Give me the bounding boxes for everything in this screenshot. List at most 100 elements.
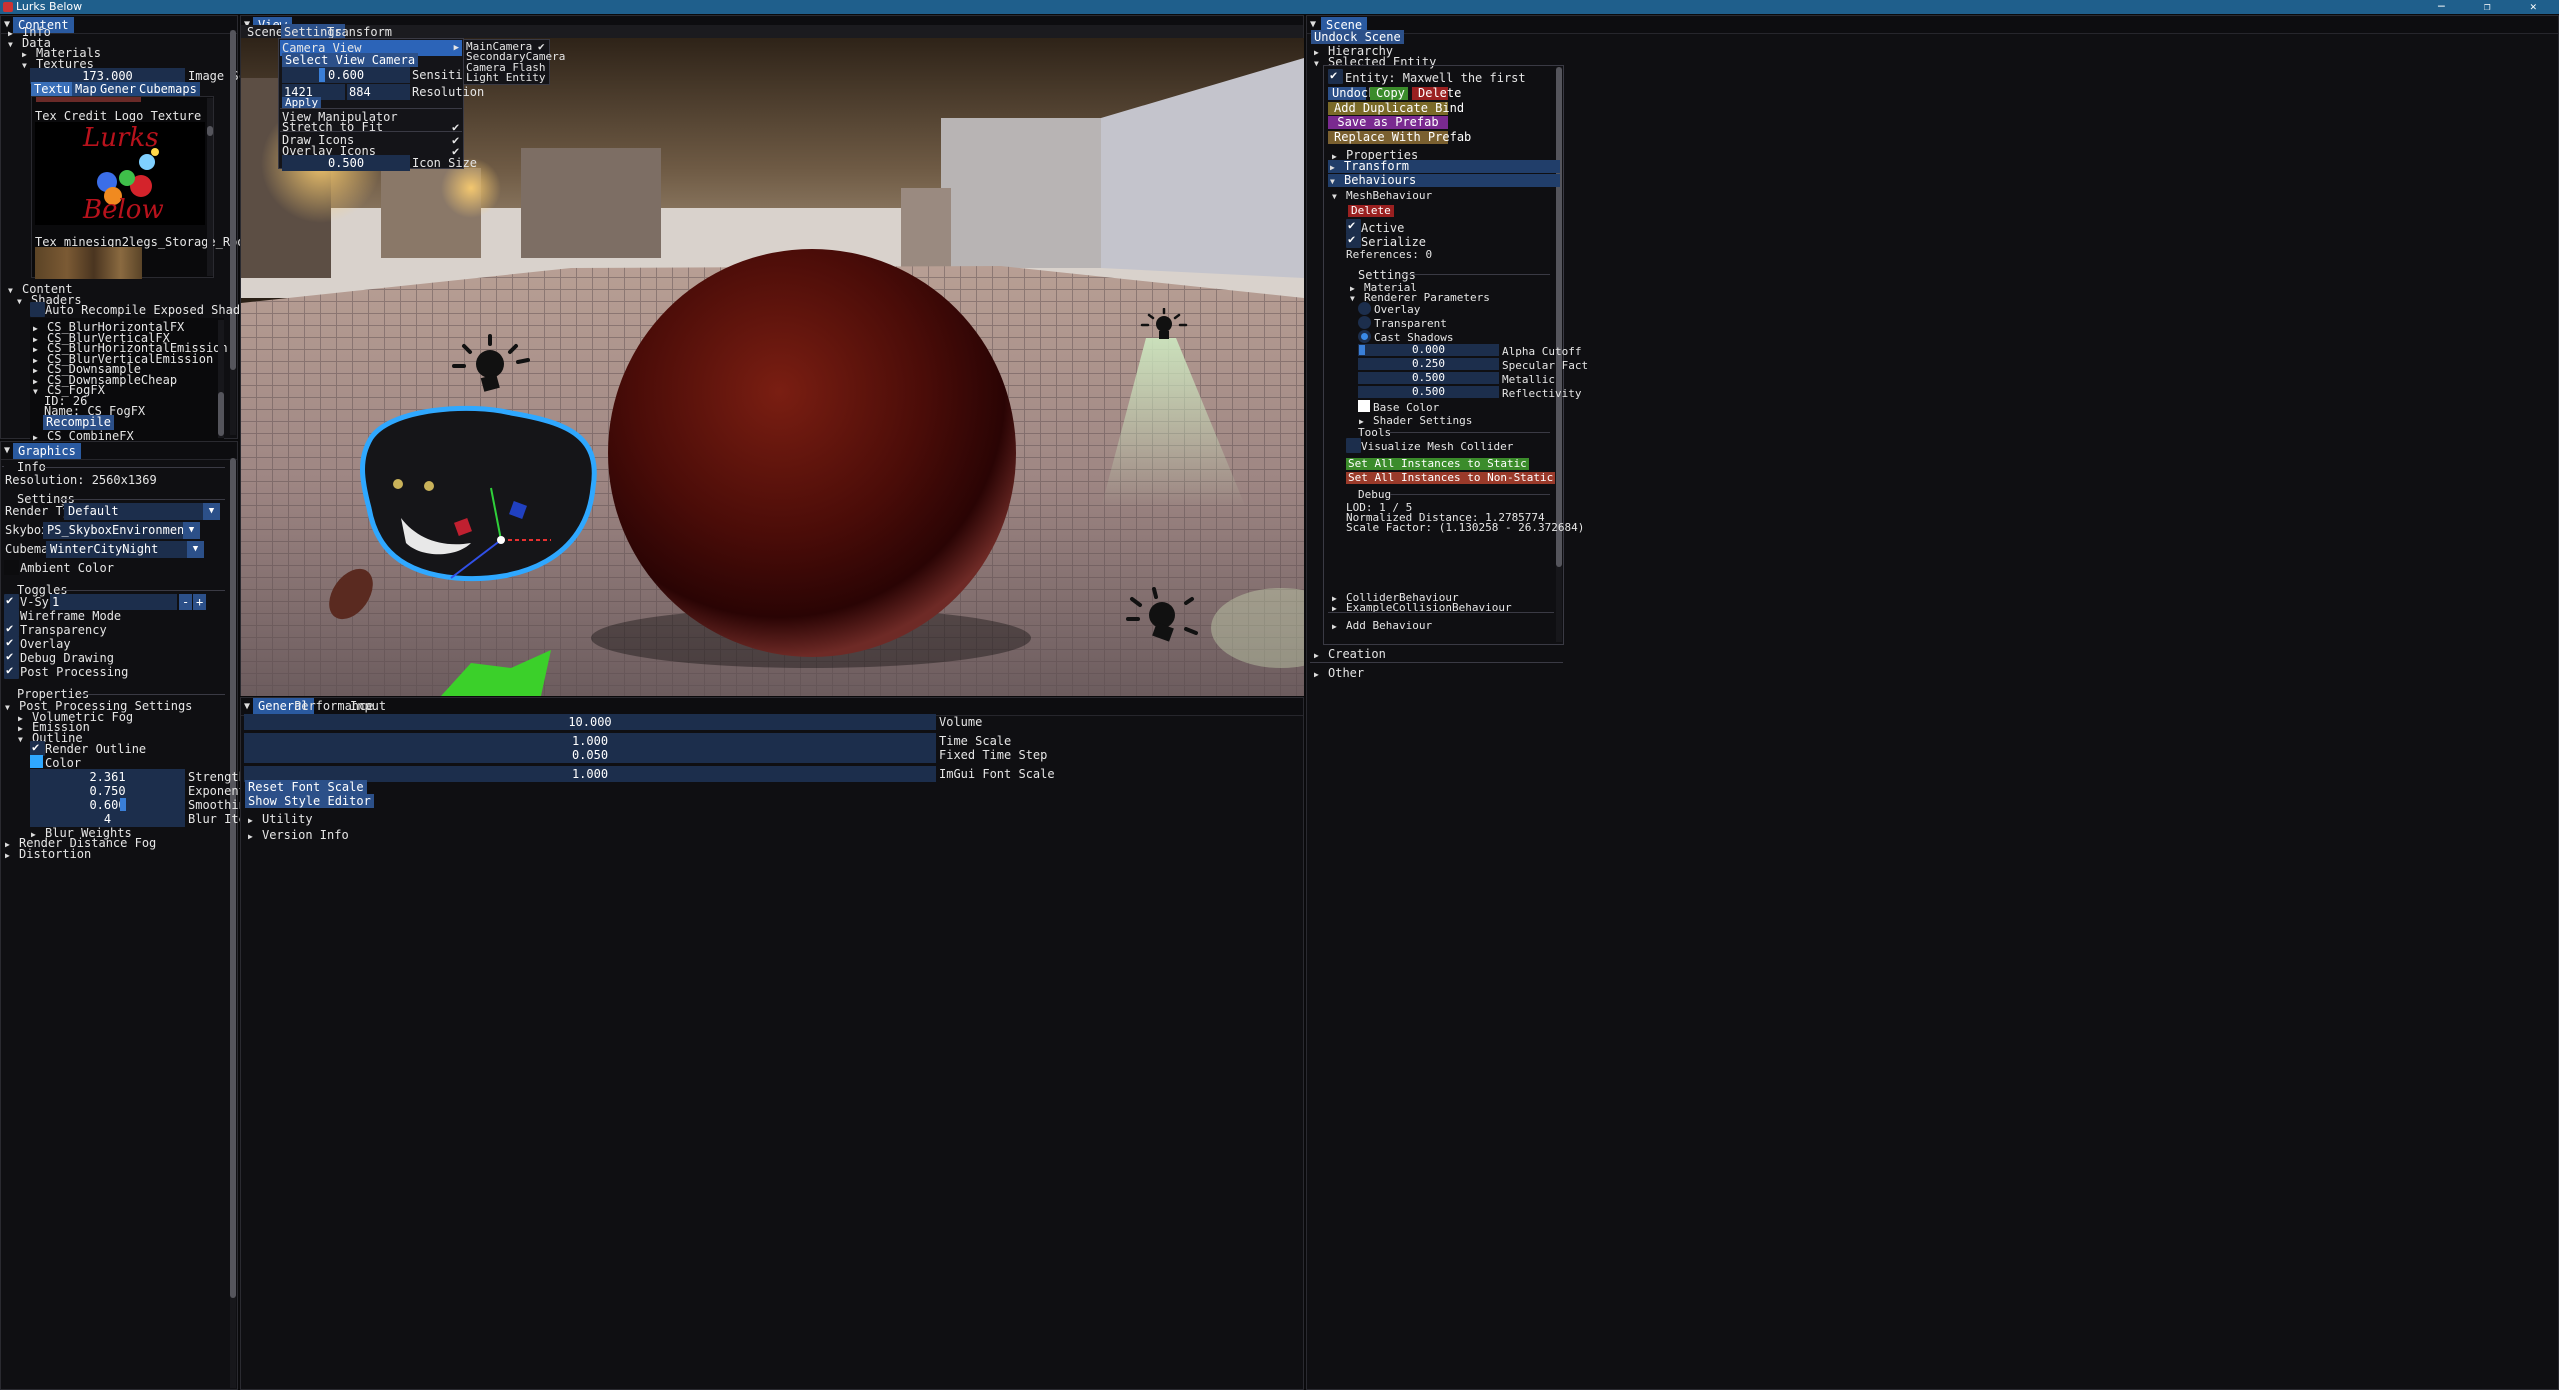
logo-blob-cyan — [139, 154, 155, 170]
app-title: Lurks Below — [16, 0, 83, 13]
alpha-cutoff-slider-grab[interactable] — [1359, 345, 1365, 355]
cast-shadows-radio[interactable] — [1358, 330, 1371, 343]
behaviours-header[interactable]: Behaviours — [1328, 174, 1560, 187]
entity-name: Entity: Maxwell the first — [1345, 71, 1526, 85]
references-text: References: 0 — [1346, 248, 1433, 261]
sensitivity-slider-grab[interactable] — [319, 68, 325, 82]
logo-text-lurks: Lurks — [83, 123, 159, 153]
close-window-button[interactable]: ✕ — [2530, 0, 2537, 14]
utility-node[interactable]: Utility — [248, 811, 313, 827]
add-duplicate-bind-button[interactable]: Add Duplicate Bind — [1328, 102, 1464, 115]
app-icon — [3, 2, 13, 12]
creation-node[interactable]: Creation — [1314, 646, 1386, 662]
volume-label: Volume — [939, 715, 983, 729]
specular-factor-slider[interactable]: 0.250 — [1358, 358, 1499, 370]
light-bulb-icon[interactable] — [1140, 308, 1188, 344]
base-color-swatch[interactable] — [1358, 400, 1370, 412]
undock-scene-button[interactable]: Undock Scene — [1311, 30, 1404, 44]
vsync-checkbox[interactable] — [4, 593, 19, 609]
copy-button[interactable]: Copy — [1370, 87, 1408, 100]
fixed-time-step-label: Fixed Time Step — [939, 748, 1048, 762]
vsync-decrement[interactable]: - — [179, 594, 193, 610]
chevron-down-icon: ▼ — [187, 541, 204, 558]
save-as-prefab-button[interactable]: Save as Prefab — [1328, 116, 1448, 129]
graphics-scrollbar[interactable] — [230, 458, 236, 1388]
replace-with-prefab-button[interactable]: Replace With Prefab — [1328, 131, 1471, 144]
maximize-button[interactable]: ❐ — [2484, 0, 2491, 14]
tex-tab-cubemaps[interactable]: Cubemaps — [136, 82, 200, 96]
texture-list-scrollbar[interactable] — [207, 98, 213, 276]
outline-color-swatch[interactable] — [30, 755, 43, 768]
red-sphere — [608, 249, 1016, 657]
visualize-mesh-collider-checkbox[interactable] — [1346, 438, 1361, 453]
resolution-text: Resolution: 2560x1369 — [5, 473, 157, 487]
cubemap-dropdown[interactable]: WinterCityNight ▼ — [46, 541, 204, 558]
collapse-icon[interactable]: ▼ — [4, 442, 10, 460]
light-bulb-icon[interactable] — [448, 332, 532, 400]
transform-header[interactable]: Transform — [1328, 160, 1560, 173]
undock-button[interactable]: Undock — [1328, 87, 1375, 100]
logo-blob-green — [119, 170, 135, 186]
ambient-color-swatch[interactable] — [4, 560, 19, 575]
auto-recompile-checkbox[interactable] — [30, 302, 45, 317]
volume-slider[interactable]: 10.000 — [244, 714, 936, 730]
content-scrollbar[interactable] — [230, 30, 236, 435]
version-info-node[interactable]: Version Info — [248, 827, 349, 843]
serialize-checkbox[interactable] — [1346, 232, 1361, 248]
render-outline-checkbox[interactable] — [30, 740, 45, 756]
entity-enabled-checkbox[interactable] — [1328, 68, 1343, 84]
mesh-behaviour-delete-button[interactable]: Delete — [1348, 205, 1394, 217]
icon-size-slider[interactable]: 0.500 — [282, 155, 410, 171]
show-style-editor-button[interactable]: Show Style Editor — [245, 794, 374, 808]
select-view-camera-button[interactable]: Select View Camera — [282, 53, 419, 67]
add-behaviour-node[interactable]: Add Behaviour — [1332, 618, 1432, 634]
auto-recompile-label: Auto Recompile Exposed Shaders — [45, 303, 262, 317]
scale-factor-text: Scale Factor: (1.130258 - 26.372684) — [1346, 521, 1585, 534]
post-processing-checkbox[interactable] — [4, 663, 19, 679]
reflectivity-label: Reflectivity — [1502, 387, 1582, 400]
distortion-node[interactable]: Distortion — [5, 846, 91, 862]
post-processing-label: Post Processing — [20, 665, 129, 679]
resolution-height-input[interactable]: 884 — [347, 84, 410, 100]
shader-list-scrollbar[interactable] — [218, 320, 224, 438]
light-bulb-icon[interactable] — [1124, 585, 1200, 649]
credit-logo-texture[interactable]: Lurks Below — [35, 122, 205, 225]
sensitivity-slider[interactable]: 0.600 — [282, 67, 410, 83]
skybox-dropdown[interactable]: PS_SkyboxEnvironment ▼ — [43, 522, 200, 539]
smoothing-slider-grab[interactable] — [120, 798, 126, 812]
reset-font-scale-button[interactable]: Reset Font Scale — [245, 780, 367, 794]
overlay-radio[interactable] — [1358, 302, 1371, 315]
set-instances-non-static-button[interactable]: Set All Instances to Non-Static — [1346, 472, 1556, 484]
camera-option-light[interactable]: Light Entity — [466, 72, 545, 83]
render-type-dropdown[interactable]: Default ▼ — [64, 503, 220, 520]
ambient-color-label: Ambient Color — [20, 561, 114, 575]
resolution-label: Resolution — [412, 85, 485, 99]
storage-room-texture[interactable] — [35, 247, 142, 279]
app-title-bar — [0, 0, 2559, 14]
metallic-slider[interactable]: 0.500 — [1358, 372, 1499, 384]
general-window: ▼ — [240, 697, 1304, 1390]
chevron-down-icon: ▼ — [203, 503, 220, 520]
other-node[interactable]: Other — [1314, 665, 1364, 681]
imgui-font-scale-label: ImGui Font Scale — [939, 767, 1055, 781]
logo-text-below: Below — [83, 195, 164, 225]
visualize-mesh-collider-label: Visualize Mesh Collider — [1361, 440, 1514, 453]
fixed-time-step-slider[interactable]: 0.050 — [244, 747, 936, 763]
mesh-behaviour-node[interactable]: MeshBehaviour — [1332, 188, 1432, 204]
example-collision-behaviour-node[interactable]: ExampleCollisionBehaviour — [1332, 600, 1512, 616]
minimize-button[interactable]: ─ — [2438, 0, 2445, 14]
tab-input[interactable]: Input — [350, 698, 386, 714]
delete-button[interactable]: Delete — [1412, 87, 1461, 100]
alpha-cutoff-slider[interactable]: 0.000 — [1358, 344, 1499, 356]
cat-entity — [360, 405, 597, 582]
icon-size-label: Icon Size — [412, 156, 478, 170]
transparent-radio[interactable] — [1358, 316, 1371, 329]
chevron-down-icon: ▼ — [183, 522, 200, 539]
graphics-tab[interactable]: Graphics — [13, 443, 81, 459]
set-instances-static-button[interactable]: Set All Instances to Static — [1346, 458, 1529, 470]
reflectivity-slider[interactable]: 0.500 — [1358, 386, 1499, 398]
vsync-increment[interactable]: + — [193, 594, 207, 610]
view-menubar — [241, 25, 1303, 38]
texture-thumb-partial — [36, 97, 141, 102]
chevron-right-icon: ▶ — [453, 43, 459, 53]
